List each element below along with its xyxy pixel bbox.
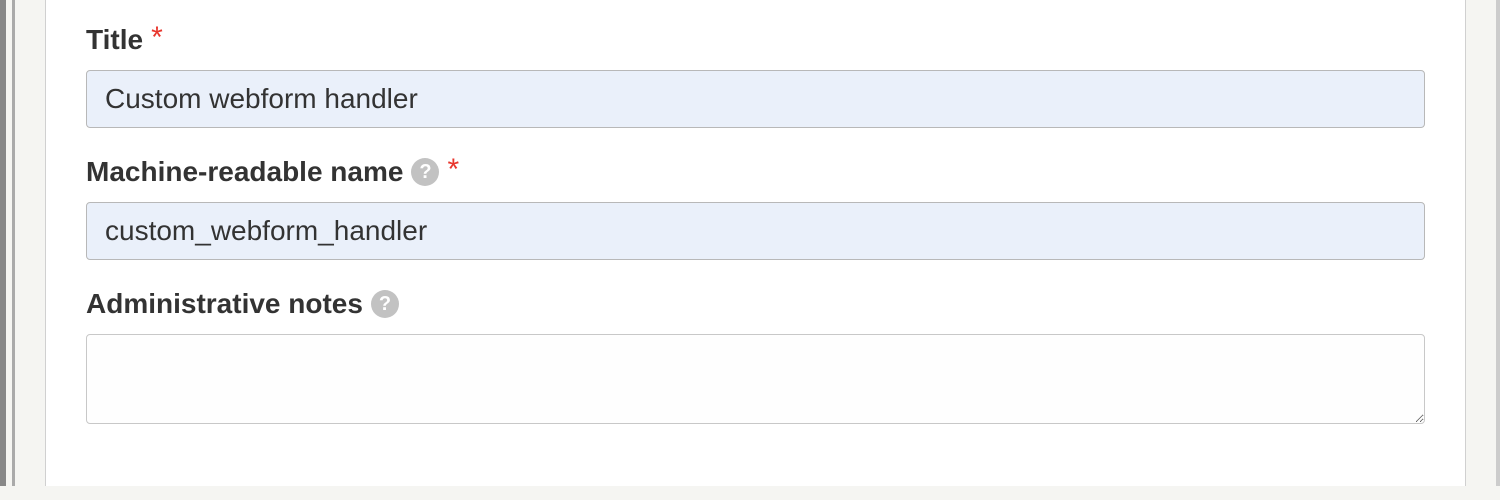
required-mark-icon: * [151, 23, 163, 53]
title-label: Title * [86, 24, 1425, 56]
modal-outer-frame: GENERAL SETTINGS Title * Machine-readabl… [0, 0, 1500, 486]
title-label-text: Title [86, 24, 143, 56]
form-item-title: Title * [86, 24, 1425, 128]
machine-name-label-text: Machine-readable name [86, 156, 403, 188]
settings-panel: GENERAL SETTINGS Title * Machine-readabl… [45, 0, 1466, 486]
form-item-machine-name: Machine-readable name ? * [86, 156, 1425, 260]
required-mark-icon: * [447, 155, 459, 185]
title-input[interactable] [86, 70, 1425, 128]
admin-notes-label: Administrative notes ? [86, 288, 1425, 320]
help-icon[interactable]: ? [411, 158, 439, 186]
help-icon[interactable]: ? [371, 290, 399, 318]
modal-inner-frame: GENERAL SETTINGS Title * Machine-readabl… [12, 0, 1497, 486]
form-item-admin-notes: Administrative notes ? [86, 288, 1425, 429]
machine-name-label: Machine-readable name ? * [86, 156, 1425, 188]
machine-name-input[interactable] [86, 202, 1425, 260]
admin-notes-textarea[interactable] [86, 334, 1425, 424]
admin-notes-label-text: Administrative notes [86, 288, 363, 320]
